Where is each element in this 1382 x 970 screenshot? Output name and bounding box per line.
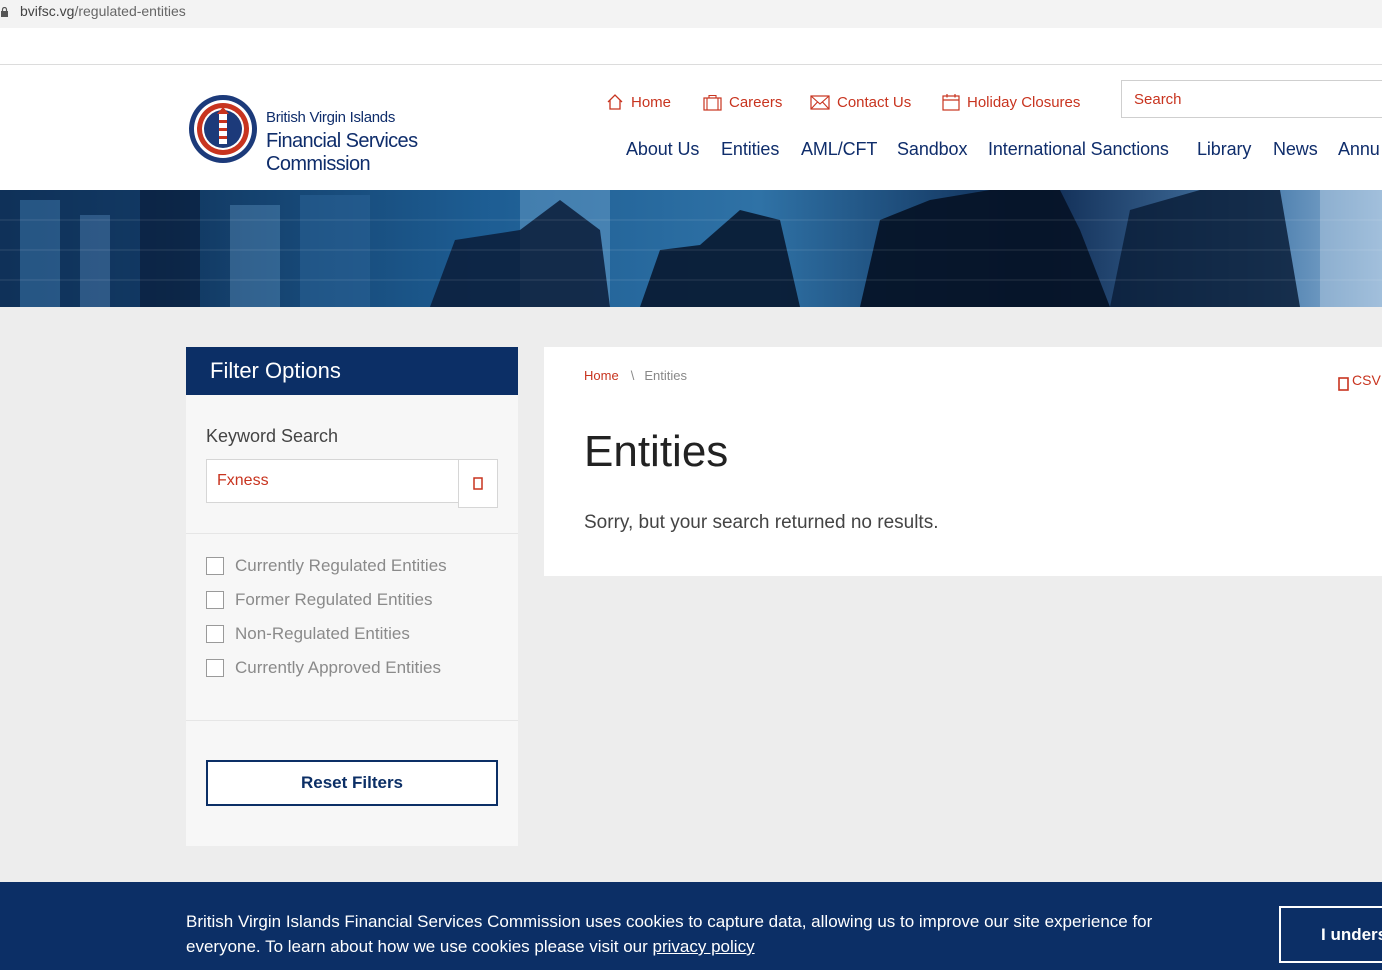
checkbox-currently-regulated-entities[interactable]: Currently Regulated Entities <box>206 555 447 577</box>
checkbox-label: Currently Regulated Entities <box>235 556 447 575</box>
checkbox-label: Non-Regulated Entities <box>235 624 410 643</box>
breadcrumb-home-link[interactable]: Home <box>584 368 619 383</box>
keyword-search-button[interactable] <box>458 459 498 508</box>
checkbox-currently-approved-entities[interactable]: Currently Approved Entities <box>206 657 441 679</box>
no-results-message: Sorry, but your search returned no resul… <box>584 512 939 533</box>
top-link-careers[interactable]: Careers <box>703 92 782 112</box>
house-icon <box>607 94 623 110</box>
divider <box>186 533 518 534</box>
csv-file-icon <box>1338 377 1349 391</box>
logo-line-1: British Virgin Islands <box>266 109 396 126</box>
results-card: Home \ Entities CSV Entities Sorry, but yo… <box>544 347 1382 576</box>
privacy-policy-link[interactable]: privacy policy <box>653 937 755 956</box>
keyword-search-label: Keyword Search <box>206 426 339 446</box>
hero-banner-image <box>0 190 1382 307</box>
nav-international-sanctions[interactable]: International Sanctions <box>988 139 1169 160</box>
checkbox-label: Former Regulated Entities <box>235 590 433 609</box>
nav-about-us[interactable]: About Us <box>626 139 699 160</box>
logo-line-2: Financial Services Commission <box>266 130 418 175</box>
url-path: /regulated-entities <box>74 3 186 19</box>
top-link-label: Careers <box>729 93 783 111</box>
cookie-accept-button[interactable]: I unders <box>1279 906 1382 963</box>
breadcrumb-separator: \ <box>630 368 635 383</box>
checkbox-box[interactable] <box>206 625 224 643</box>
checkbox-box[interactable] <box>206 659 224 677</box>
divider <box>186 720 518 721</box>
keyword-search-input[interactable] <box>206 459 458 503</box>
calendar-icon <box>942 94 960 111</box>
search-icon <box>473 477 483 490</box>
filter-options-title: Filter Options <box>186 347 518 395</box>
page-title: Entities <box>584 427 729 476</box>
url-text[interactable]: bvifsc.vg/regulated-entities <box>20 3 186 19</box>
csv-label: CSV <box>1352 372 1381 388</box>
top-link-contact-us[interactable]: Contact Us <box>810 92 911 112</box>
top-link-label: Home <box>631 93 672 111</box>
site-search-input[interactable] <box>1121 80 1382 118</box>
briefcase-icon <box>703 94 722 111</box>
reset-filters-button[interactable]: Reset Filters <box>206 760 498 806</box>
checkbox-non-regulated-entities[interactable]: Non-Regulated Entities <box>206 623 410 645</box>
checkbox-box[interactable] <box>206 591 224 609</box>
csv-download-link[interactable]: CSV <box>1338 372 1381 391</box>
url-domain: bvifsc.vg <box>20 3 75 19</box>
top-link-label: Contact Us <box>837 93 912 111</box>
cookie-message: British Virgin Islands Financial Service… <box>186 909 1216 959</box>
envelope-icon <box>810 94 830 110</box>
browser-url-bar[interactable]: bvifsc.vg/regulated-entities <box>0 0 1382 28</box>
nav-sandbox[interactable]: Sandbox <box>897 139 967 160</box>
filter-options-panel: Filter Options Keyword Search Currently … <box>186 347 518 846</box>
top-link-label: Holiday Closures <box>967 93 1081 111</box>
cookie-consent-banner: British Virgin Islands Financial Service… <box>0 882 1382 970</box>
nav-news[interactable]: News <box>1273 139 1318 160</box>
lock-icon <box>1 7 8 17</box>
nav-library[interactable]: Library <box>1197 139 1251 160</box>
nav-annual[interactable]: Annu <box>1338 139 1380 160</box>
browser-toolbar-area <box>0 28 1382 65</box>
hero-city-silhouette-image <box>0 190 1382 307</box>
site-header: British Virgin Islands Financial Service… <box>0 65 1382 190</box>
top-link-holiday-closures[interactable]: Holiday Closures <box>942 92 1080 112</box>
fsc-seal-icon <box>189 95 257 163</box>
breadcrumb: Home \ Entities <box>584 368 687 383</box>
site-logo[interactable]: British Virgin Islands Financial Service… <box>188 94 488 175</box>
checkbox-former-regulated-entities[interactable]: Former Regulated Entities <box>206 589 432 611</box>
top-link-home[interactable]: Home <box>606 92 671 112</box>
checkbox-label: Currently Approved Entities <box>235 658 441 677</box>
keyword-search-box <box>206 459 498 508</box>
checkbox-box[interactable] <box>206 557 224 575</box>
nav-aml-cft[interactable]: AML/CFT <box>801 139 877 160</box>
nav-entities[interactable]: Entities <box>721 139 779 160</box>
breadcrumb-current: Entities <box>644 368 687 383</box>
